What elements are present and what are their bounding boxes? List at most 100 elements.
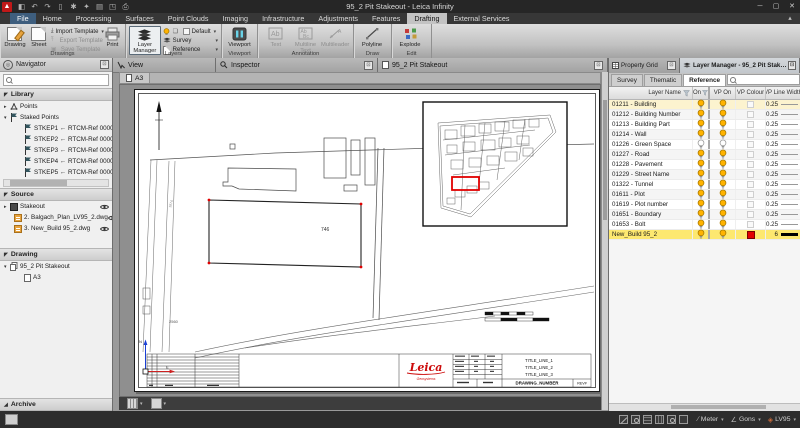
default-checkbox[interactable] <box>183 28 190 35</box>
grid-icon[interactable] <box>643 415 652 424</box>
report-icon[interactable]: ▤ <box>94 2 105 12</box>
layer-on-toggle[interactable] <box>693 100 710 109</box>
section-drawing[interactable]: ◤Drawing <box>0 248 112 261</box>
layer-search-input[interactable] <box>738 76 797 84</box>
tools-icon[interactable]: ✦ <box>81 2 92 12</box>
layer-row[interactable]: 01653 - Bolt0.25 <box>609 220 800 230</box>
layer-table-hscrollbar[interactable] <box>609 403 800 411</box>
layer-on-toggle[interactable] <box>693 120 710 129</box>
layer-vp-colour[interactable] <box>736 210 766 219</box>
export-icon[interactable]: ◳ <box>107 2 118 12</box>
layer-vp-line-width[interactable]: 0.25 <box>766 160 800 169</box>
app-logo-icon[interactable]: ▲ <box>2 2 12 12</box>
unit-selector[interactable]: ∕ Meter ▾ <box>698 416 724 423</box>
eye-icon[interactable] <box>108 215 112 221</box>
tree-item-drawing-doc[interactable]: ▾ 95_2 Pit Stakeout <box>0 261 112 272</box>
tab-view[interactable]: View <box>113 58 216 72</box>
drawing-button[interactable]: Drawing <box>3 26 27 48</box>
polyline-button[interactable]: Polyline <box>357 26 387 48</box>
layer-on-toggle[interactable] <box>693 210 710 219</box>
section-library[interactable]: ◤Library <box>0 88 112 101</box>
layer-default-selector[interactable]: ❏ Default▾ <box>163 27 218 36</box>
layer-name[interactable]: New_Build 95_2 <box>609 230 693 239</box>
layer-vp-line-width[interactable]: 0.25 <box>766 170 800 179</box>
explode-button[interactable]: Explode <box>395 26 425 48</box>
tree-item-staked-point[interactable]: STKEP2 ← RTCM-Ref 0000 (07/10/ <box>0 134 112 145</box>
layer-vp-colour[interactable] <box>736 220 766 229</box>
layer-on-toggle[interactable] <box>693 140 710 149</box>
column-vp-on[interactable]: VP On <box>710 87 736 99</box>
tree-item-staked-point[interactable]: STKEP5 ← RTCM-Ref 0000 (07/10/ <box>0 167 112 178</box>
pin-icon[interactable]: ⊡ <box>364 61 373 70</box>
layer-vp-on-toggle[interactable] <box>710 190 736 199</box>
new-project-icon[interactable]: ◧ <box>16 2 27 12</box>
maximize-button[interactable]: ▢ <box>768 1 784 12</box>
section-source[interactable]: ◤Source <box>0 188 112 201</box>
ribbon-tab-adjustments[interactable]: Adjustments <box>311 13 365 24</box>
layer-vp-line-width[interactable]: 0.25 <box>766 120 800 129</box>
tree-item-dwg-balgach[interactable]: 2. Balgach_Plan_LV95_2.dwg <box>0 212 112 223</box>
viewport-button[interactable]: Viewport <box>225 26 254 48</box>
layer-vp-colour[interactable] <box>736 110 766 119</box>
layer-name[interactable]: 01322 - Tunnel <box>609 180 693 189</box>
layer-name[interactable]: 01229 - Street Name <box>609 170 693 179</box>
ribbon-tab-imaging[interactable]: Imaging <box>215 13 255 24</box>
ribbon-tab-features[interactable]: Features <box>365 13 407 24</box>
sheet-tab-a3[interactable]: A3 <box>120 73 150 83</box>
settings-gear-icon[interactable]: ✱ <box>68 2 79 12</box>
layer-vp-colour[interactable] <box>736 190 766 199</box>
ribbon-collapse-icon[interactable]: ▴ <box>784 13 796 24</box>
tab-inspector[interactable]: Inspector ⊡ <box>216 58 378 72</box>
layer-on-toggle[interactable] <box>693 220 710 229</box>
layer-row[interactable]: 01611 - Plot0.25 <box>609 190 800 200</box>
layer-vp-line-width[interactable]: 0.25 <box>766 190 800 199</box>
layer-on-toggle[interactable] <box>693 160 710 169</box>
close-button[interactable]: ✕ <box>784 1 800 12</box>
layer-vp-colour[interactable] <box>736 130 766 139</box>
subtab-survey[interactable]: Survey <box>611 74 643 86</box>
pin-icon[interactable]: ⊡ <box>594 61 603 70</box>
ribbon-tab-infrastructure[interactable]: Infrastructure <box>255 13 311 24</box>
layer-vp-line-width[interactable]: 0.25 <box>766 100 800 109</box>
subtab-reference[interactable]: Reference <box>683 74 726 86</box>
layer-vp-on-toggle[interactable] <box>710 230 736 239</box>
print-quick-icon[interactable]: ⎙ <box>120 2 131 12</box>
tree-item-points[interactable]: ▸ Points <box>0 101 112 112</box>
print-preview-icon[interactable] <box>151 398 162 409</box>
layer-name[interactable]: 01227 - Road <box>609 150 693 159</box>
sheet-button[interactable]: Sheet <box>27 26 51 48</box>
layer-vp-colour[interactable] <box>736 150 766 159</box>
layer-name[interactable]: 01214 - Wall <box>609 130 693 139</box>
layer-vp-colour[interactable] <box>736 180 766 189</box>
layer-vp-on-toggle[interactable] <box>710 210 736 219</box>
tree-item-staked-point[interactable]: STKEP1 ← RTCM-Ref 0000 (07/10/ <box>0 123 112 134</box>
layer-name[interactable]: 01651 - Boundary <box>609 210 693 219</box>
layer-vp-colour[interactable] <box>736 120 766 129</box>
undo-icon[interactable]: ↶ <box>29 2 40 12</box>
layer-row[interactable]: 01228 - Pavement 0.25 <box>609 160 800 170</box>
tab-property-grid[interactable]: Property Grid ⊡ <box>609 58 680 73</box>
angle-unit-selector[interactable]: ∠ Gons ▾ <box>731 416 761 424</box>
text-button[interactable]: Ab Text <box>261 26 291 48</box>
tree-item-stakeout[interactable]: ▸ Stakeout <box>0 201 112 212</box>
layer-name[interactable]: 01212 - Building Number <box>609 110 693 119</box>
column-vp-line-width[interactable]: VP Line Width <box>766 87 800 99</box>
layer-row[interactable]: 01226 - Green Space0.25 <box>609 140 800 150</box>
export-template-button[interactable]: ⤒ Export Template <box>51 36 103 45</box>
pin-icon[interactable]: ⊡ <box>100 60 109 69</box>
dropdown-caret-icon[interactable]: ▾ <box>140 401 143 407</box>
layer-name[interactable]: 01619 - Plot number <box>609 200 693 209</box>
layer-vp-on-toggle[interactable] <box>710 140 736 149</box>
layer-vp-on-toggle[interactable] <box>710 100 736 109</box>
layer-name[interactable]: 01228 - Pavement <box>609 160 693 169</box>
navigator-hscrollbar[interactable] <box>3 179 109 187</box>
folder-icon[interactable] <box>679 415 688 424</box>
ribbon-tab-surfaces[interactable]: Surfaces <box>118 13 160 24</box>
layer-vp-line-width[interactable]: 0.25 <box>766 180 800 189</box>
column-layer-name[interactable]: Layer Name <box>609 87 693 99</box>
tab-stakeout-document[interactable]: 95_2 Pit Stakeout ⊡ <box>378 58 608 72</box>
eye-icon[interactable] <box>100 226 109 232</box>
layer-on-toggle[interactable] <box>693 170 710 179</box>
canvas-vscrollbar[interactable] <box>601 72 608 410</box>
layer-vp-colour[interactable] <box>736 160 766 169</box>
